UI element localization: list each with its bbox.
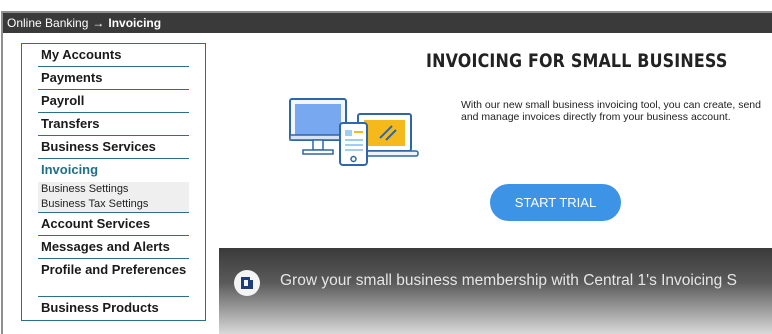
- sidebar-item-transfers[interactable]: Transfers: [38, 113, 189, 136]
- page-title: INVOICING FOR SMALL BUSINESS: [426, 51, 728, 72]
- sidebar-item-my-accounts[interactable]: My Accounts: [38, 44, 189, 67]
- subnav-item-business-tax-settings[interactable]: Business Tax Settings: [38, 197, 189, 212]
- sidebar-item-messages-alerts[interactable]: Messages and Alerts: [38, 236, 189, 259]
- devices-illustration-icon: [289, 98, 419, 166]
- sidebar-item-account-services[interactable]: Account Services: [38, 213, 189, 236]
- sidebar-item-payments[interactable]: Payments: [38, 67, 189, 90]
- breadcrumb-root[interactable]: Online Banking: [7, 16, 88, 30]
- breadcrumb: Online Banking → Invoicing: [3, 13, 772, 33]
- sidebar-nav: My Accounts Payments Payroll Transfers B…: [21, 43, 206, 321]
- invoicing-subnav: Business Settings Business Tax Settings: [38, 182, 189, 213]
- sidebar-item-profile-preferences[interactable]: Profile and Preferences: [38, 259, 189, 297]
- channel-logo-icon[interactable]: [234, 270, 260, 296]
- intro-description: With our new small business invoicing to…: [461, 99, 761, 123]
- sidebar-item-business-products[interactable]: Business Products: [38, 297, 189, 320]
- sidebar-item-payroll[interactable]: Payroll: [38, 90, 189, 113]
- breadcrumb-arrow-icon: →: [92, 16, 105, 30]
- sidebar-item-invoicing[interactable]: Invoicing: [38, 159, 189, 182]
- sidebar-item-business-services[interactable]: Business Services: [38, 136, 189, 159]
- video-title[interactable]: Grow your small business membership with…: [280, 272, 737, 290]
- video-player[interactable]: Grow your small business membership with…: [219, 248, 772, 334]
- subnav-item-business-settings[interactable]: Business Settings: [38, 182, 189, 197]
- breadcrumb-current: Invoicing: [108, 16, 162, 30]
- start-trial-button[interactable]: START TRIAL: [490, 184, 621, 221]
